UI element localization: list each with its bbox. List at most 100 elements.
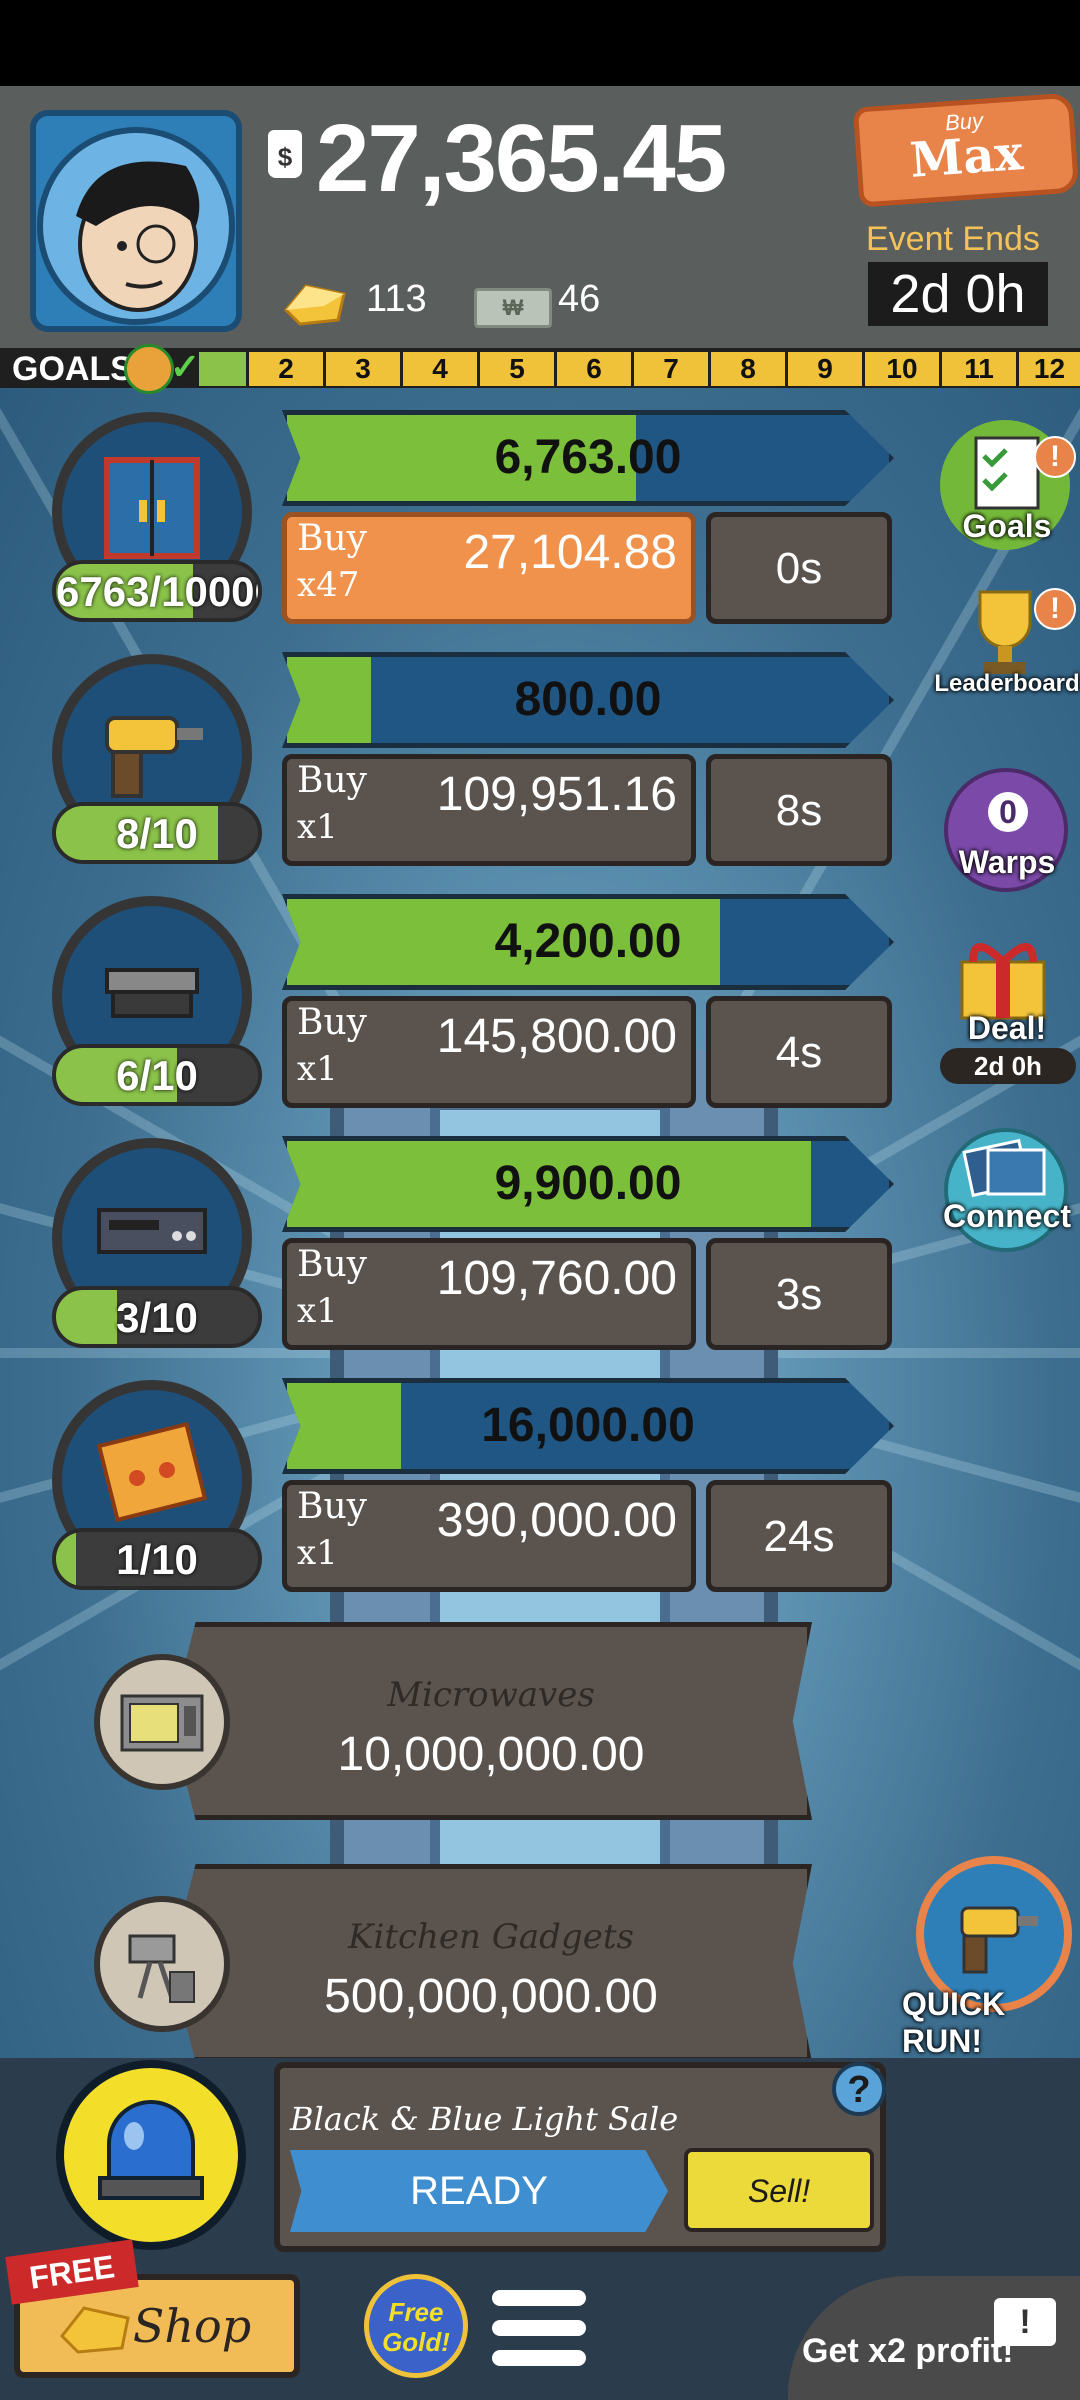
goals-alert-badge: ! xyxy=(1034,436,1076,478)
goals-level: 3 xyxy=(323,352,400,386)
tv-icon: ! xyxy=(994,2298,1056,2346)
buy-cost: 390,000.00 xyxy=(436,1494,677,1547)
buy-multiplier: x1 xyxy=(297,1291,338,1331)
menu-icon[interactable] xyxy=(492,2290,586,2370)
goals-progress-segment xyxy=(196,352,246,386)
business-profit-bar[interactable]: 16,000.00 xyxy=(282,1378,894,1474)
locked-business-name: Kitchen Gadgets xyxy=(348,1917,634,1957)
business-buy-button[interactable]: Buy x1 390,000.00 xyxy=(282,1480,696,1592)
buy-multiplier: x1 xyxy=(297,807,338,847)
goals-level: 2 xyxy=(246,352,323,386)
megabucks-count: 46 xyxy=(558,278,601,320)
buy-multiplier: x47 xyxy=(297,565,360,605)
business-buy-button[interactable]: Buy x47 27,104.88 xyxy=(282,512,696,624)
x2-profit-label: Get x2 profit! xyxy=(802,2332,1014,2370)
goals-gift-icon xyxy=(124,344,174,394)
warps-count: 0 xyxy=(988,792,1028,832)
connect-label: Connect xyxy=(943,1198,1071,1234)
locked-business-cost: 500,000,000.00 xyxy=(324,1970,658,2023)
business-profit-bar[interactable]: 6,763.00 xyxy=(282,410,894,506)
business-timer: 0s xyxy=(706,512,892,624)
business-timer: 24s xyxy=(706,1480,892,1592)
business-profit-amount: 4,200.00 xyxy=(494,915,682,968)
business-profit-amount: 9,900.00 xyxy=(494,1157,682,1210)
siren-icon xyxy=(98,2100,204,2200)
business-level-text: 1/10 xyxy=(116,1536,198,1583)
ready-button[interactable]: READY xyxy=(290,2150,668,2232)
gold-icon[interactable] xyxy=(280,280,350,328)
business-buy-button[interactable]: Buy x1 145,800.00 xyxy=(282,996,696,1108)
business-profit-amount: 16,000.00 xyxy=(481,1399,695,1452)
business-level-bar: 8/10 xyxy=(52,802,262,864)
business-level-bar: 6/10 xyxy=(52,1044,262,1106)
buy-label: Buy xyxy=(297,1486,367,1527)
deal-timer: 2d 0h xyxy=(940,1048,1076,1084)
sale-title: Black & Blue Light Sale xyxy=(290,2100,679,2138)
business-profit-amount: 6,763.00 xyxy=(494,431,682,484)
buy-cost: 145,800.00 xyxy=(436,1010,677,1063)
buy-cost: 109,951.16 xyxy=(436,768,677,821)
money-tag-icon: $ xyxy=(268,130,302,178)
business-timer: 3s xyxy=(706,1238,892,1350)
goals-level: 11 xyxy=(939,352,1016,386)
status-bar xyxy=(0,0,1080,86)
goals-level: 7 xyxy=(631,352,708,386)
business-buy-button[interactable]: Buy x1 109,951.16 xyxy=(282,754,696,866)
business-level-bar: 6763/10000 xyxy=(52,560,262,622)
deal-gift-icon[interactable] xyxy=(948,932,1058,1022)
business-level-text: 8/10 xyxy=(116,810,198,857)
sell-button[interactable]: Sell! xyxy=(684,2148,874,2232)
goals-level: 6 xyxy=(554,352,631,386)
player-avatar[interactable] xyxy=(30,110,242,332)
goals-level: 8 xyxy=(708,352,785,386)
free-gold-button[interactable]: Free Gold! xyxy=(364,2274,468,2378)
goals-label: GOALS xyxy=(12,350,133,388)
buy-label: Buy xyxy=(297,760,367,801)
business-level-text: 6/10 xyxy=(116,1052,198,1099)
leaderboard-alert-badge: ! xyxy=(1034,588,1076,630)
megabucks-icon[interactable]: ₩ xyxy=(474,288,552,328)
business-profit-bar[interactable]: 800.00 xyxy=(282,652,894,748)
quick-run-label: QUICK RUN! xyxy=(902,1986,1006,2059)
warps-label: Warps xyxy=(958,844,1056,880)
buy-label: Buy xyxy=(297,1244,367,1285)
gold-count: 113 xyxy=(366,278,427,320)
locked-business-cost: 10,000,000.00 xyxy=(337,1728,645,1781)
business-level-bar: 1/10 xyxy=(52,1528,262,1590)
business-profit-bar[interactable]: 9,900.00 xyxy=(282,1136,894,1232)
business-level-text: 3/10 xyxy=(116,1294,198,1341)
locked-business-name: Microwaves xyxy=(387,1675,595,1715)
free-gold-label-2: Gold! xyxy=(382,2327,450,2357)
kitchen-gadgets-icon xyxy=(94,1896,230,2032)
business-timer: 4s xyxy=(706,996,892,1108)
goals-level: 9 xyxy=(785,352,862,386)
business-level-text: 6763/10000 xyxy=(56,568,262,615)
goals-side-label: Goals xyxy=(962,508,1052,544)
goals-level: 5 xyxy=(477,352,554,386)
buy-multiplier: x1 xyxy=(297,1533,338,1573)
event-timer: 2d 0h xyxy=(868,262,1048,326)
business-level-bar: 3/10 xyxy=(52,1286,262,1348)
microwave-icon xyxy=(94,1654,230,1790)
leaderboard-label: Leaderboard xyxy=(934,670,1080,697)
free-gold-label-1: Free xyxy=(388,2297,444,2327)
locked-business-banner[interactable]: Microwaves 10,000,000.00 xyxy=(170,1622,812,1820)
drill-icon xyxy=(960,1906,1038,1974)
buy-multiplier: x1 xyxy=(297,1049,338,1089)
locked-business-banner[interactable]: Kitchen Gadgets 500,000,000.00 xyxy=(170,1864,812,2062)
buy-label: Buy xyxy=(297,518,367,559)
manager-siren-button[interactable] xyxy=(56,2060,246,2250)
buy-cost: 109,760.00 xyxy=(436,1252,677,1305)
buy-max-button[interactable]: Buy Max xyxy=(852,92,1080,208)
goals-level: 4 xyxy=(400,352,477,386)
goals-level: 12 xyxy=(1016,352,1080,386)
business-timer: 8s xyxy=(706,754,892,866)
business-profit-bar[interactable]: 4,200.00 xyxy=(282,894,894,990)
business-buy-button[interactable]: Buy x1 109,760.00 xyxy=(282,1238,696,1350)
buy-cost: 27,104.88 xyxy=(463,526,677,579)
deal-label: Deal! xyxy=(967,1010,1047,1046)
gold-icon xyxy=(59,2306,130,2354)
help-button[interactable]: ? xyxy=(832,2062,886,2116)
business-profit-amount: 800.00 xyxy=(514,673,662,726)
goals-level: 10 xyxy=(862,352,939,386)
